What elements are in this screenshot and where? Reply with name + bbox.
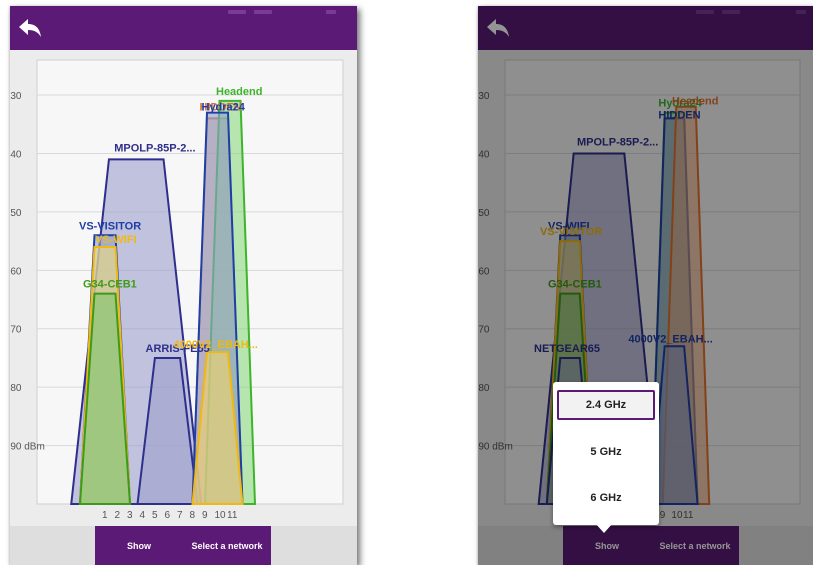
y-tick-label: -40 bbox=[10, 149, 22, 160]
bottom-action-bar: Show Select a network bbox=[95, 526, 271, 565]
status-indicator bbox=[228, 10, 246, 14]
network-label[interactable]: MPOLP-85P-2... bbox=[577, 136, 658, 148]
app-header bbox=[10, 6, 357, 50]
show-button[interactable]: Show bbox=[95, 526, 183, 565]
x-tick-label: 6 bbox=[165, 510, 171, 521]
x-tick-label: 7 bbox=[177, 510, 183, 521]
status-indicator bbox=[796, 10, 806, 14]
x-tick-label: 5 bbox=[152, 510, 158, 521]
network-label[interactable]: 4000V2_EBAH... bbox=[174, 339, 258, 351]
network-label[interactable]: 4000V2_EBAH... bbox=[628, 333, 712, 345]
x-tick-label: 10 bbox=[671, 510, 683, 521]
band-option-6ghz[interactable]: 6 GHz bbox=[557, 483, 655, 513]
y-tick-label: -80 bbox=[478, 383, 490, 394]
phone-screen-left: -30-40-50-60-70-80-90 dBmMPOLP-85P-2...A… bbox=[10, 6, 357, 565]
x-tick-label: 9 bbox=[660, 510, 666, 521]
back-arrow-icon bbox=[19, 19, 41, 37]
back-button[interactable] bbox=[16, 16, 44, 40]
x-tick-label: 4 bbox=[140, 510, 146, 521]
wifi-channel-chart: -30-40-50-60-70-80-90 dBmMPOLP-85P-2...A… bbox=[10, 50, 357, 526]
network-label[interactable]: G34-CEB1 bbox=[548, 279, 602, 291]
network-label[interactable]: NETGEAR65 bbox=[534, 343, 600, 355]
select-network-button[interactable]: Select a network bbox=[183, 526, 271, 565]
network-label[interactable]: Hydra24 bbox=[202, 102, 246, 114]
app-header bbox=[478, 6, 813, 50]
select-network-button[interactable]: Select a network bbox=[651, 526, 739, 565]
phone-screen-right: -30 -40 -50 -60 -70 -80 -90 dBm MPOLP-85P-2... V… bbox=[478, 6, 813, 565]
y-tick-label: -90 dBm bbox=[478, 442, 513, 453]
network-label[interactable]: Headend bbox=[216, 86, 262, 98]
popup-pointer bbox=[595, 523, 613, 533]
back-arrow-icon bbox=[487, 19, 509, 37]
status-indicator bbox=[722, 10, 740, 14]
network-label[interactable]: Headend bbox=[672, 96, 718, 108]
x-tick-label: 1 bbox=[102, 510, 108, 521]
x-tick-label: 9 bbox=[202, 510, 208, 521]
y-tick-label: -60 bbox=[478, 266, 490, 277]
back-button[interactable] bbox=[484, 16, 512, 40]
x-tick-label: 3 bbox=[127, 510, 133, 521]
band-select-popup: 2.4 GHz 5 GHz 6 GHz bbox=[553, 382, 659, 525]
y-tick-label: -30 bbox=[10, 91, 22, 102]
x-tick-label: 2 bbox=[115, 510, 121, 521]
channel-graph: -30-40-50-60-70-80-90 dBmMPOLP-85P-2...A… bbox=[10, 59, 344, 521]
x-tick-label: 10 bbox=[215, 510, 227, 521]
y-tick-label: -60 bbox=[10, 266, 22, 277]
network-label[interactable]: VS-VISITOR bbox=[79, 220, 141, 232]
x-tick-label: 11 bbox=[683, 510, 694, 521]
network-label[interactable]: VS-WIFI bbox=[95, 234, 137, 246]
y-tick-label: -70 bbox=[478, 325, 490, 336]
y-tick-label: -30 bbox=[478, 91, 490, 102]
bottom-action-bar: Show Select a network bbox=[563, 526, 739, 565]
x-tick-label: 8 bbox=[190, 510, 196, 521]
y-tick-label: -80 bbox=[10, 383, 22, 394]
y-tick-label: -50 bbox=[10, 208, 22, 219]
band-option-5ghz[interactable]: 5 GHz bbox=[557, 437, 655, 467]
y-tick-label: -50 bbox=[478, 208, 490, 219]
y-tick-label: -40 bbox=[478, 149, 490, 160]
network-label[interactable]: VS-VISITOR bbox=[540, 226, 602, 238]
status-indicator bbox=[326, 10, 336, 14]
network-label[interactable]: HIDDEN bbox=[658, 109, 700, 121]
network-label[interactable]: G34-CEB1 bbox=[83, 279, 137, 291]
x-tick-label: 11 bbox=[227, 510, 238, 521]
y-tick-label: -70 bbox=[10, 325, 22, 336]
band-option-2-4ghz[interactable]: 2.4 GHz bbox=[557, 390, 655, 420]
y-tick-label: -90 dBm bbox=[10, 442, 45, 453]
status-indicator bbox=[254, 10, 272, 14]
status-indicator bbox=[696, 10, 714, 14]
network-label[interactable]: MPOLP-85P-2... bbox=[114, 142, 195, 154]
